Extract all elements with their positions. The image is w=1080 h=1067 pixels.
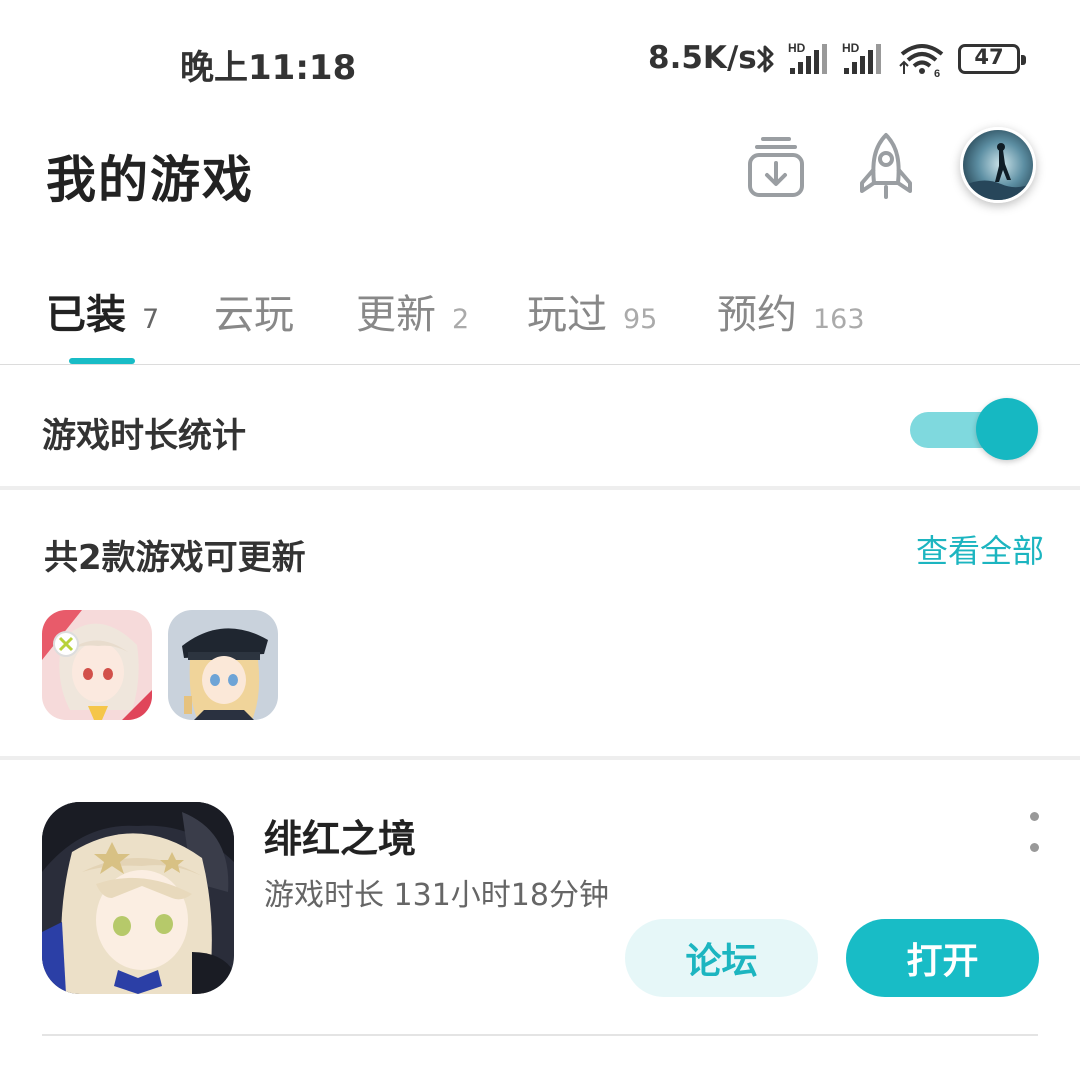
update-game-icon[interactable] (42, 610, 152, 720)
tab-label: 已装 (46, 292, 126, 338)
divider (42, 1034, 1038, 1036)
updates-title: 共2款游戏可更新 (44, 538, 306, 578)
tab-count: 7 (142, 304, 160, 335)
tab-label: 玩过 (527, 292, 607, 338)
tab-label: 更新 (356, 292, 436, 338)
playtime-stats-toggle[interactable] (910, 398, 1038, 460)
tab-reserved[interactable]: 预约 163 (717, 282, 865, 340)
tab-count: 163 (813, 304, 865, 335)
toggle-thumb (976, 398, 1038, 460)
game-list-item[interactable]: 绯红之境 游戏时长 131小时18分钟 论坛 打开 (0, 764, 1080, 1036)
status-bar: 晚上11:18 8.5K/s HD HD 6 47 (0, 0, 1080, 120)
rocket-icon (860, 133, 912, 199)
playtime-stats-label: 游戏时长统计 (42, 416, 246, 456)
status-time: 晚上11:18 (180, 48, 357, 88)
tab-updates[interactable]: 更新 2 (356, 282, 469, 340)
forum-button[interactable]: 论坛 (625, 919, 818, 997)
wifi-6-icon: 6 (899, 44, 944, 78)
speedup-button[interactable] (850, 130, 922, 202)
network-speed: 8.5K/s (648, 40, 757, 76)
svg-text:HD: HD (842, 41, 860, 55)
svg-text:6: 6 (934, 68, 940, 78)
avatar[interactable] (960, 127, 1036, 203)
view-all-link[interactable]: 查看全部 (916, 526, 1044, 572)
signal-hd-icon: HD (842, 41, 881, 74)
game-playtime: 游戏时长 131小时18分钟 (264, 878, 609, 913)
battery-level: 47 (974, 45, 1004, 69)
tab-label: 云玩 (214, 292, 294, 338)
tab-bar: 已装 7 云玩 更新 2 玩过 95 预约 163 (0, 270, 1080, 365)
tab-cloud-play[interactable]: 云玩 (214, 282, 294, 340)
game-icon[interactable] (42, 802, 234, 994)
tab-count: 95 (623, 304, 658, 335)
page-title: 我的游戏 (46, 151, 254, 209)
more-options-icon[interactable] (1018, 812, 1050, 852)
tab-label: 预约 (717, 292, 797, 338)
update-game-icon[interactable] (168, 610, 278, 720)
download-manager-button[interactable] (740, 130, 812, 202)
active-tab-indicator (69, 358, 135, 364)
game-name: 绯红之境 (264, 817, 417, 861)
tab-played[interactable]: 玩过 95 (527, 282, 657, 340)
battery-icon: 47 (958, 44, 1026, 74)
svg-text:HD: HD (788, 41, 806, 55)
signal-hd-icon: HD (788, 41, 827, 74)
open-game-button[interactable]: 打开 (846, 919, 1039, 997)
tab-count: 2 (452, 304, 470, 335)
download-manager-icon (748, 137, 804, 197)
updates-section: 共2款游戏可更新 查看全部 (0, 494, 1080, 760)
bluetooth-icon (756, 45, 774, 73)
tab-installed[interactable]: 已装 7 (46, 282, 159, 340)
playtime-stats-row: 游戏时长统计 (0, 366, 1080, 490)
